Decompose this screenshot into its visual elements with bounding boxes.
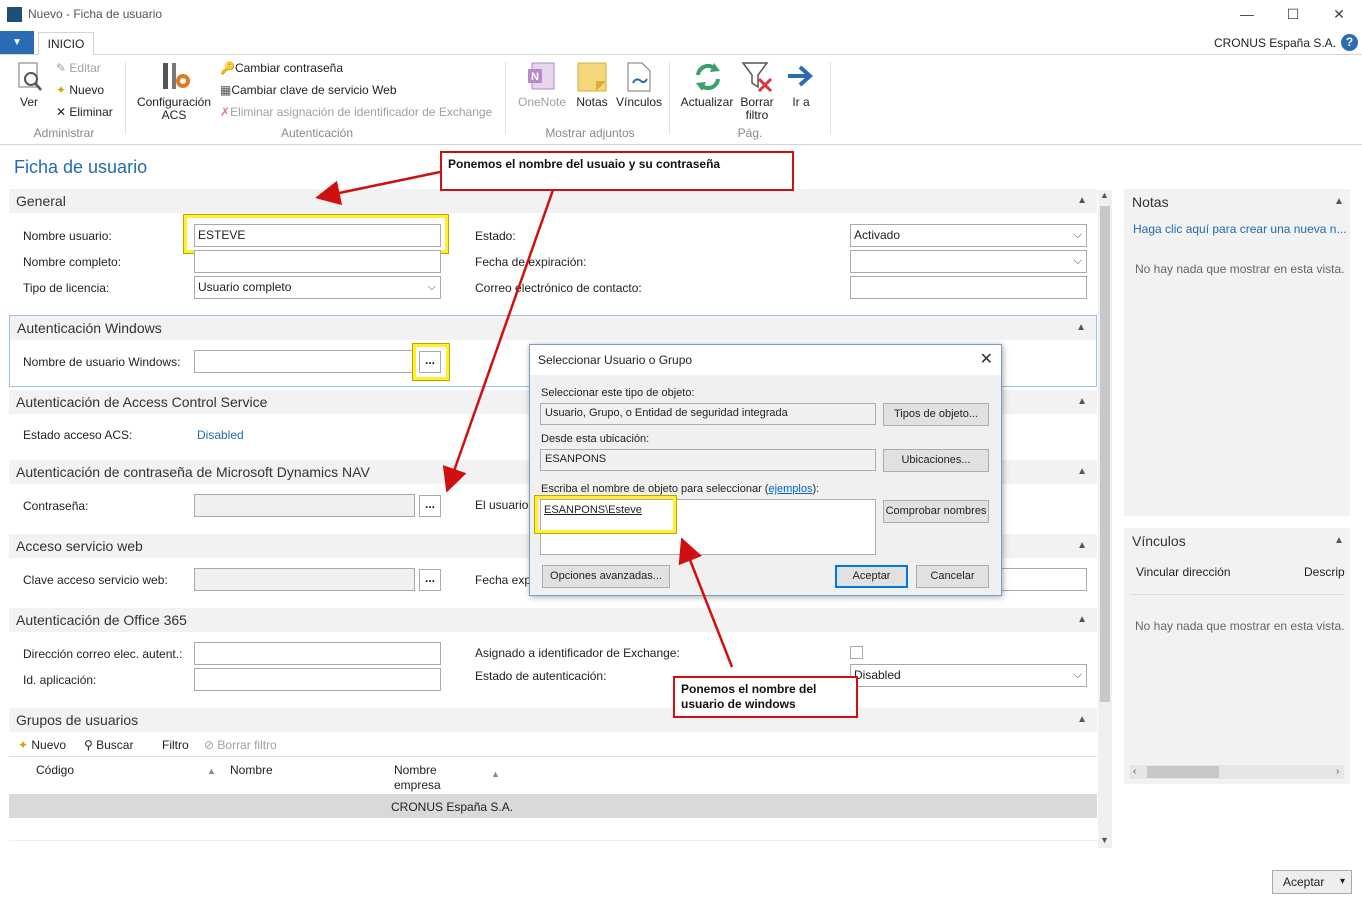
annotation-arrows — [315, 170, 734, 668]
annotation-arrow — [678, 537, 734, 668]
annotation-arrow — [442, 189, 555, 493]
annotation-arrow — [315, 170, 441, 206]
footer-aceptar-button[interactable]: Aceptar ▾ — [1272, 870, 1352, 894]
footer-aceptar-label: Aceptar — [1283, 875, 1325, 889]
chevron-down-icon[interactable]: ▾ — [1340, 871, 1345, 893]
annotation-box-bottom: Ponemos el nombre del usuario de windows — [673, 676, 858, 718]
annotation-box-top: Ponemos el nombre del usuaio y su contra… — [440, 151, 794, 191]
